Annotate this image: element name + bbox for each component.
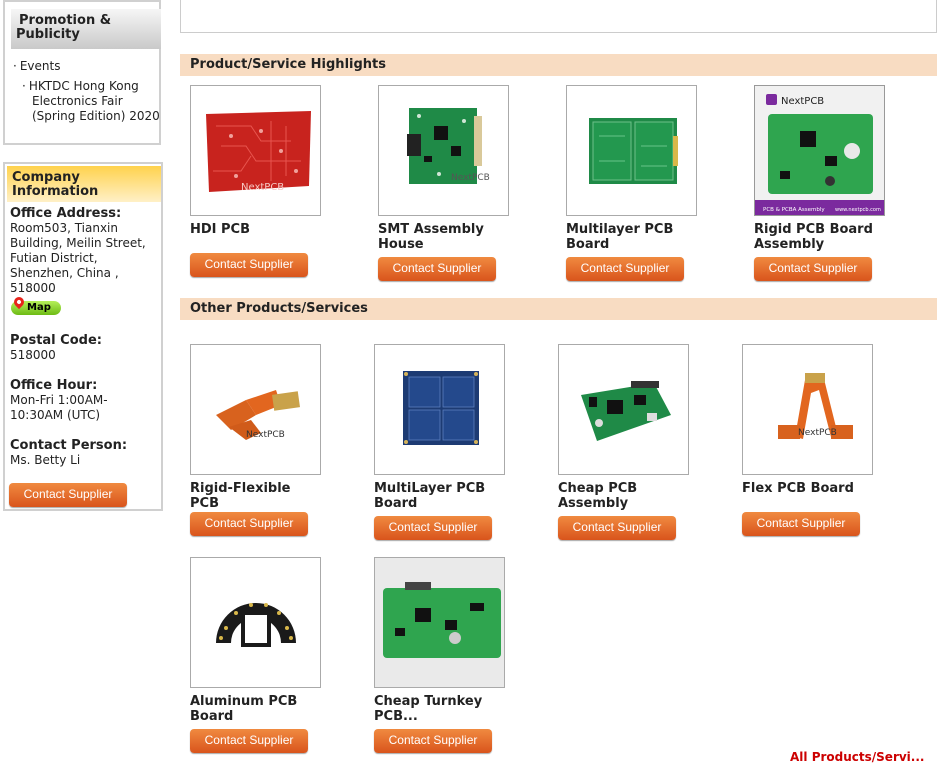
contact-supplier-button-hdi-pcb[interactable]: Contact Supplier (190, 253, 308, 277)
promotion-title-line2: Publicity (16, 27, 80, 42)
product-image-smt-assembly[interactable]: NextPCB (378, 85, 509, 216)
contact-supplier-button-multilayer-pcb[interactable]: Contact Supplier (566, 257, 684, 281)
product-image-flex-pcb-board[interactable]: NextPCB (742, 344, 873, 475)
other-products-section-title: Other Products/Services (180, 298, 937, 320)
contact-supplier-button-flex-pcb-board[interactable]: Contact Supplier (742, 512, 860, 536)
map-button[interactable]: Map (11, 294, 61, 315)
contact-supplier-button-aluminum-pcb-board[interactable]: Contact Supplier (190, 729, 308, 753)
highlights-section-title: Product/Service Highlights (180, 54, 937, 76)
red-pcb-image: NextPCB (191, 86, 320, 215)
watermark-label: NextPCB (241, 182, 284, 193)
flex-pcb-image: NextPCB (743, 345, 872, 474)
postal-code-label: Postal Code: (10, 333, 102, 348)
watermark-label: NextPCB (246, 430, 285, 440)
office-address: Office Address: Room503, Tianxin Buildin… (10, 206, 160, 296)
contact-person: Contact Person: Ms. Betty Li (10, 438, 160, 468)
promotion-title-line1: Promotion & (19, 13, 112, 28)
product-image-multilayer-pcb[interactable] (566, 85, 697, 216)
aluminum-pcb-image (191, 558, 320, 687)
product-name-flex-pcb-board[interactable]: Flex PCB Board (742, 481, 872, 496)
office-hour-label: Office Hour: (10, 378, 98, 393)
bullet-icon: · (22, 79, 26, 93)
product-image-hdi-pcb[interactable]: NextPCB (190, 85, 321, 216)
office-address-value: Room503, Tianxin Building, Meilin Street… (10, 221, 146, 295)
brand-label: NextPCB (781, 96, 824, 107)
events-link[interactable]: · Events (13, 59, 60, 74)
company-title-line1: Company (12, 170, 80, 185)
turnkey-pcb-image (375, 558, 504, 687)
product-image-cheap-turnkey-pcb[interactable] (374, 557, 505, 688)
product-image-aluminum-pcb-board[interactable] (190, 557, 321, 688)
rigid-pcb-assembly-image: NextPCB PCB & PCBA Assembly www.nextpcb.… (755, 86, 884, 215)
contact-person-label: Contact Person: (10, 438, 128, 453)
product-image-rigid-flexible-pcb[interactable]: NextPCB (190, 344, 321, 475)
banner-label: PCB & PCBA Assembly (763, 207, 825, 213)
map-pin-icon (11, 294, 27, 310)
green-panel-pcb-image (567, 86, 696, 215)
product-name-smt-assembly[interactable]: SMT Assembly House (378, 222, 508, 252)
bullet-icon: · (13, 59, 17, 73)
product-name-multilayer-pcb-board[interactable]: MultiLayer PCB Board (374, 481, 504, 511)
contact-supplier-button-multilayer-pcb-board[interactable]: Contact Supplier (374, 516, 492, 540)
rigid-flex-pcb-image: NextPCB (191, 345, 320, 474)
product-name-cheap-pcb-assembly[interactable]: Cheap PCB Assembly (558, 481, 688, 511)
office-hour-value: Mon-Fri 1:00AM-10:30AM (UTC) (10, 393, 108, 422)
postal-code-value: 518000 (10, 348, 56, 362)
event-item-link[interactable]: · HKTDC Hong Kong Electronics Fair (Sprin… (22, 79, 162, 124)
product-name-rigid-flexible-pcb[interactable]: Rigid-Flexible PCB (190, 481, 320, 511)
company-title-line2: Information (12, 184, 99, 199)
contact-supplier-button-rigid-flexible-pcb[interactable]: Contact Supplier (190, 512, 308, 536)
postal-code: Postal Code: 518000 (10, 333, 160, 363)
product-image-multilayer-pcb-board[interactable] (374, 344, 505, 475)
product-name-aluminum-pcb-board[interactable]: Aluminum PCB Board (190, 694, 320, 724)
product-image-rigid-pcb-assembly[interactable]: NextPCB PCB & PCBA Assembly www.nextpcb.… (754, 85, 885, 216)
product-name-multilayer-pcb[interactable]: Multilayer PCB Board (566, 222, 696, 252)
product-name-hdi-pcb[interactable]: HDI PCB (190, 222, 320, 237)
promotion-header: Promotion & Publicity (11, 9, 161, 49)
company-info-panel: Company Information Office Address: Room… (3, 162, 163, 511)
map-label: Map (27, 302, 51, 313)
watermark-label: NextPCB (451, 173, 490, 183)
url-label: www.nextpcb.com (835, 207, 881, 213)
events-label: Events (19, 59, 61, 73)
all-products-link[interactable]: All Products/Servi... (790, 750, 924, 764)
top-content-box (180, 0, 937, 33)
sidebar-contact-supplier-button[interactable]: Contact Supplier (9, 483, 127, 507)
green-assembly-image (559, 345, 688, 474)
contact-supplier-button-cheap-pcb-assembly[interactable]: Contact Supplier (558, 516, 676, 540)
product-image-cheap-pcb-assembly[interactable] (558, 344, 689, 475)
contact-person-value: Ms. Betty Li (10, 453, 81, 467)
contact-supplier-button-cheap-turnkey-pcb[interactable]: Contact Supplier (374, 729, 492, 753)
watermark-label: NextPCB (798, 428, 837, 438)
green-pcb-image: NextPCB (379, 86, 508, 215)
office-address-label: Office Address: (10, 206, 122, 221)
product-name-cheap-turnkey-pcb[interactable]: Cheap Turnkey PCB... (374, 694, 504, 724)
company-info-header: Company Information (7, 166, 161, 202)
promotion-panel: Promotion & Publicity · Events · HKTDC Hon… (3, 0, 161, 145)
event-item-label: HKTDC Hong Kong Electronics Fair (Spring… (28, 79, 160, 123)
contact-supplier-button-rigid-pcb-assembly[interactable]: Contact Supplier (754, 257, 872, 281)
office-hour: Office Hour: Mon-Fri 1:00AM-10:30AM (UTC… (10, 378, 160, 423)
product-name-rigid-pcb-assembly[interactable]: Rigid PCB Board Assembly (754, 222, 884, 252)
contact-supplier-button-smt-assembly[interactable]: Contact Supplier (378, 257, 496, 281)
blue-pcb-image (375, 345, 504, 474)
